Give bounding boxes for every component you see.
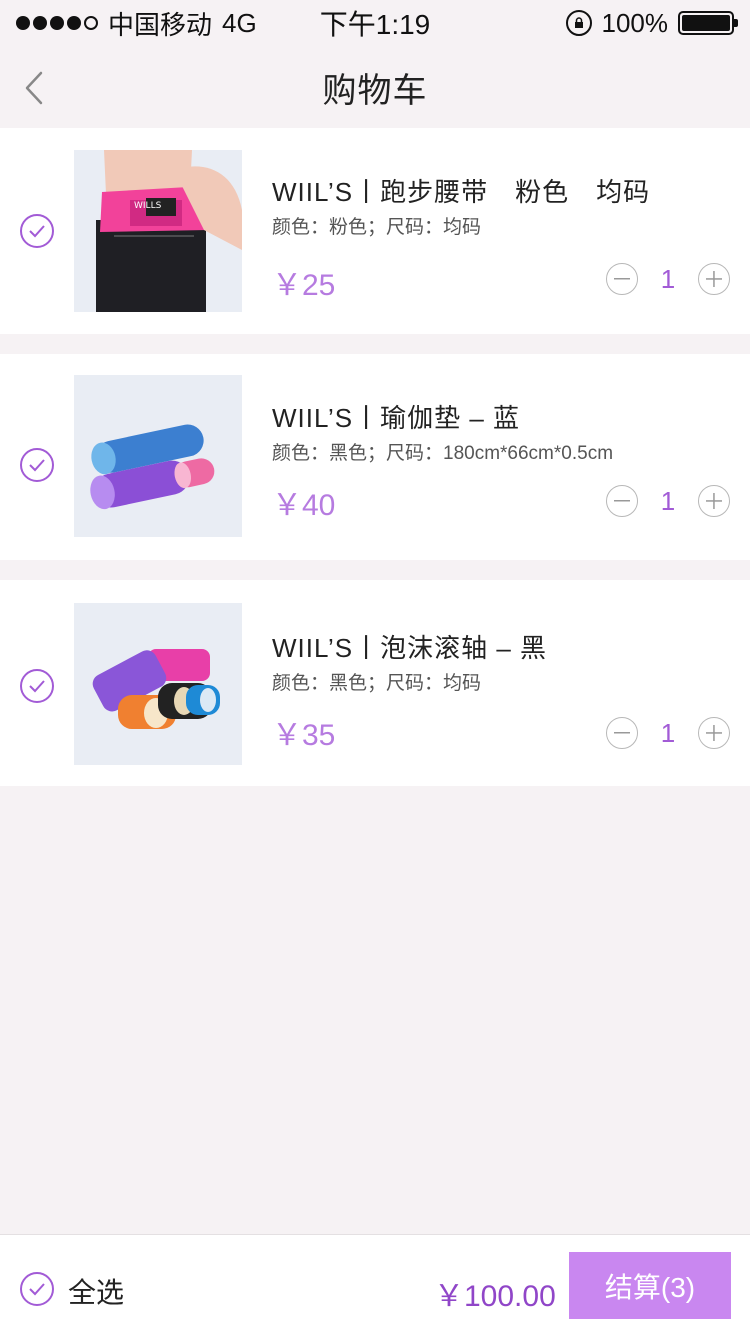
product-price: ￥35 — [272, 719, 336, 752]
quantity-stepper: 1 — [606, 484, 730, 518]
product-image[interactable]: WILLS — [74, 150, 242, 312]
product-name[interactable]: WIIL’S丨跑步腰带 粉色 均码 — [272, 172, 650, 209]
plus-icon — [706, 725, 722, 741]
minus-icon — [614, 500, 630, 502]
select-all-label[interactable]: 全选 — [68, 1271, 124, 1311]
item-select-checkbox[interactable] — [20, 669, 54, 703]
quantity-value: 1 — [660, 717, 676, 748]
product-spec: 颜色：粉色；尺码：均码 — [272, 217, 482, 238]
select-all-checkbox[interactable] — [20, 1272, 54, 1306]
product-price: ￥25 — [272, 269, 336, 302]
quantity-stepper: 1 — [606, 716, 730, 750]
checkout-button[interactable]: 结算(3) — [569, 1252, 731, 1319]
quantity-value: 1 — [660, 485, 676, 516]
back-button[interactable] — [14, 68, 54, 108]
increase-button[interactable] — [698, 717, 730, 749]
product-spec: 颜色：黑色；尺码：180cm*66cm*0.5cm — [272, 443, 614, 464]
minus-icon — [614, 732, 630, 734]
total-price: ￥100.00 — [434, 1280, 556, 1313]
cart-item: WILLS WIIL’S丨跑步腰带 粉色 均码 颜色：粉色；尺码：均码 ￥25 … — [0, 128, 750, 334]
product-price: ￥40 — [272, 489, 336, 522]
plus-icon — [706, 493, 722, 509]
battery-icon — [678, 11, 738, 35]
status-bar: 中国移动 4G 下午1:19 100% — [0, 0, 750, 46]
increase-button[interactable] — [698, 263, 730, 295]
quantity-value: 1 — [660, 263, 676, 294]
signal-icon — [16, 16, 98, 30]
item-select-checkbox[interactable] — [20, 214, 54, 248]
minus-icon — [614, 278, 630, 280]
svg-text:WILLS: WILLS — [134, 201, 162, 211]
carrier-name: 中国移动 — [108, 9, 213, 40]
cart-item: WIIL’S丨瑜伽垫 – 蓝 颜色：黑色；尺码：180cm*66cm*0.5cm… — [0, 354, 750, 560]
check-icon — [29, 225, 45, 238]
product-name[interactable]: WIIL’S丨瑜伽垫 – 蓝 — [272, 398, 520, 435]
decrease-button[interactable] — [606, 717, 638, 749]
nav-bar: 购物车 — [0, 46, 750, 128]
item-select-checkbox[interactable] — [20, 448, 54, 482]
plus-icon — [706, 271, 722, 287]
check-icon — [29, 680, 45, 693]
status-right: 100% — [565, 7, 738, 39]
check-icon — [29, 1283, 45, 1296]
battery-percent: 100% — [601, 7, 669, 38]
product-image[interactable] — [74, 375, 242, 537]
network-type: 4G — [222, 7, 257, 38]
quantity-stepper: 1 — [606, 262, 730, 296]
product-spec: 颜色：黑色；尺码：均码 — [272, 673, 482, 694]
status-left: 中国移动 4G — [16, 5, 257, 42]
product-name[interactable]: WIIL’S丨泡沫滚轴 – 黑 — [272, 628, 547, 665]
page-title: 购物车 — [322, 71, 428, 110]
increase-button[interactable] — [698, 485, 730, 517]
decrease-button[interactable] — [606, 263, 638, 295]
orientation-lock-icon — [565, 10, 592, 36]
cart-item: WIIL’S丨泡沫滚轴 – 黑 颜色：黑色；尺码：均码 ￥35 1 — [0, 580, 750, 786]
decrease-button[interactable] — [606, 485, 638, 517]
chevron-left-icon — [25, 71, 43, 105]
checkout-bar: 全选 ￥100.00 结算(3) — [0, 1234, 750, 1334]
product-image[interactable] — [74, 603, 242, 765]
check-icon — [29, 459, 45, 472]
